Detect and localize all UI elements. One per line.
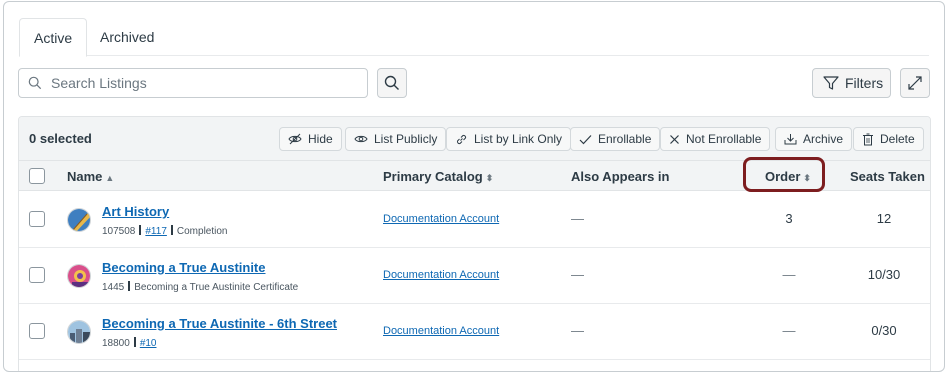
column-header-seats-taken: Seats Taken: [850, 169, 925, 184]
course-tag-link[interactable]: #117: [145, 226, 167, 237]
expand-icon: [908, 76, 922, 90]
delete-label: Delete: [880, 132, 915, 146]
column-header-name[interactable]: Name ▲: [67, 169, 114, 184]
check-icon: [579, 134, 592, 144]
tab-active[interactable]: Active: [19, 18, 88, 57]
filters-button[interactable]: Filters: [812, 68, 891, 98]
seats-taken-value: 10/30: [867, 267, 901, 282]
archive-label: Archive: [803, 132, 844, 146]
selected-count: 0 selected: [29, 131, 92, 146]
list-publicly-label: List Publicly: [374, 132, 438, 146]
also-appears-in-value: —: [571, 267, 584, 282]
eye-icon: [354, 135, 368, 143]
search-input[interactable]: [51, 74, 351, 92]
course-name-link[interactable]: Becoming a True Austinite - 6th Street: [102, 316, 337, 331]
primary-catalog-link[interactable]: Documentation Account: [383, 325, 499, 337]
course-id: 18800: [102, 338, 130, 349]
hide-label: Hide: [308, 132, 333, 146]
delete-button[interactable]: Delete: [853, 127, 924, 151]
also-appears-in-value: —: [571, 323, 584, 338]
course-tag-link[interactable]: #10: [140, 338, 157, 349]
archive-button[interactable]: Archive: [775, 127, 853, 151]
course-meta: 18800 #10: [102, 337, 157, 349]
separator: [133, 337, 136, 347]
not-enrollable-button[interactable]: Not Enrollable: [660, 127, 771, 151]
course-detail: Becoming a True Austinite Certificate: [134, 282, 299, 293]
seats-taken-value: 0/30: [871, 323, 897, 338]
link-icon: [456, 134, 467, 144]
primary-catalog-link[interactable]: Documentation Account: [383, 269, 499, 281]
separator: [170, 225, 173, 235]
course-id: 107508: [102, 226, 136, 237]
search-field[interactable]: [18, 68, 368, 98]
column-header-primary-catalog[interactable]: Primary Catalog ⬍: [383, 169, 493, 184]
filter-icon: [823, 76, 839, 90]
also-appears-in-value: —: [571, 211, 584, 226]
hide-button[interactable]: Hide: [279, 127, 342, 151]
course-image: [67, 264, 91, 288]
select-all-checkbox[interactable]: [29, 168, 45, 184]
listings-table: 0 selected Hide List Publicly List by Li…: [18, 116, 931, 371]
listings-panel: Active Archived Filters 0 selected: [3, 1, 945, 372]
trash-icon: [863, 133, 873, 145]
filters-label: Filters: [845, 75, 884, 91]
enrollable-label: Enrollable: [598, 132, 652, 146]
column-header-name-label: Name: [67, 169, 103, 184]
search-icon: [28, 76, 42, 90]
course-meta: 107508 #117 Completion: [102, 225, 227, 237]
course-name-link[interactable]: Art History: [102, 204, 169, 219]
course-thumbnail-austinite: [68, 265, 90, 287]
course-image: [67, 208, 91, 232]
course-thumbnail-art-history: [68, 209, 90, 231]
row-checkbox[interactable]: [29, 211, 45, 227]
tab-archived[interactable]: Archived: [86, 18, 168, 56]
expand-button[interactable]: [900, 68, 930, 98]
order-value: —: [782, 267, 796, 282]
course-meta: 1445 Becoming a True Austinite Certificat…: [102, 281, 298, 293]
order-value: —: [782, 323, 796, 338]
separator: [128, 281, 131, 291]
table-row: Becoming a True Austinite - 6th Street 1…: [19, 304, 930, 360]
table-row: Art History 107508 #117 Completion Documen…: [19, 192, 930, 248]
column-header-primary-catalog-label: Primary Catalog: [383, 169, 483, 184]
seats-taken-value: 12: [876, 211, 892, 226]
list-publicly-button[interactable]: List Publicly: [345, 127, 447, 151]
not-enrollable-label: Not Enrollable: [686, 132, 762, 146]
column-header-also-appears-in: Also Appears in: [571, 169, 670, 184]
sort-icon: ⬍: [485, 173, 494, 183]
table-row: Becoming a True Austinite 1445 Becoming a…: [19, 248, 930, 304]
eye-slash-icon: [288, 133, 302, 145]
course-thumbnail-6th-street: [68, 321, 90, 343]
order-column-highlight: [743, 157, 825, 192]
course-detail: Completion: [176, 226, 228, 237]
separator: [139, 225, 142, 235]
tab-bar: Active Archived: [19, 18, 929, 57]
search-icon: [384, 75, 399, 90]
list-by-link-only-button[interactable]: List by Link Only: [446, 127, 572, 151]
search-button[interactable]: [377, 68, 407, 98]
primary-catalog-link[interactable]: Documentation Account: [383, 213, 499, 225]
course-image: [67, 320, 91, 344]
enrollable-button[interactable]: Enrollable: [570, 127, 661, 151]
archive-icon: [784, 134, 797, 145]
row-checkbox[interactable]: [29, 323, 45, 339]
course-id: 1445: [102, 282, 125, 293]
bulk-actions-toolbar: 0 selected Hide List Publicly List by Li…: [19, 117, 930, 161]
sort-ascending-icon: ▲: [105, 173, 115, 183]
x-icon: [670, 134, 679, 144]
order-value: 3: [785, 211, 793, 226]
course-name-link[interactable]: Becoming a True Austinite: [102, 260, 266, 275]
row-checkbox[interactable]: [29, 267, 45, 283]
list-by-link-only-label: List by Link Only: [474, 132, 563, 146]
